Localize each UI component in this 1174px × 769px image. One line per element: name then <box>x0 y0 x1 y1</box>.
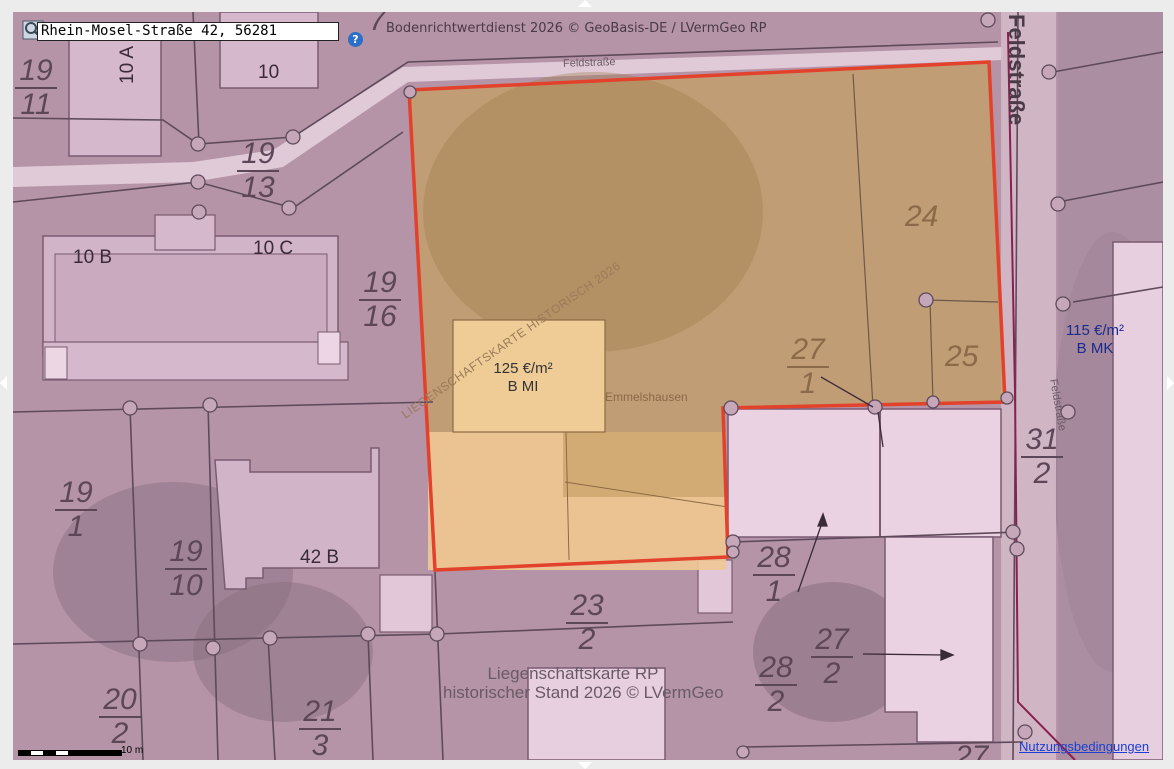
parcel-7: 7 <box>369 12 386 37</box>
pan-up-icon[interactable] <box>578 0 592 7</box>
place-label: Emmelshausen <box>605 390 688 404</box>
parcel-19-16: 19 16 <box>359 267 401 333</box>
zone-label-mk: 115 €/m² B MK <box>1045 322 1145 358</box>
parcel-19-1: 19 1 <box>55 477 97 543</box>
parcel-20-2: 20 2 <box>99 684 141 750</box>
map-attribution: Bodenrichtwertdienst 2026 © GeoBasis-DE … <box>386 21 767 36</box>
parcel-31-2: 31 2 <box>1021 424 1063 490</box>
zone-code: B MK <box>1076 340 1114 357</box>
house-number-42b: 42 B <box>300 547 340 568</box>
street-label-feldstrasse-top: Feldstraße <box>562 56 616 70</box>
pan-left-icon[interactable] <box>0 376 7 390</box>
help-icon[interactable]: ? <box>348 32 363 47</box>
address-search-input[interactable]: Rhein-Mosel-Straße 42, 56281 Emmelsha <box>37 22 339 41</box>
house-number-10: 10 <box>258 62 280 83</box>
terms-of-use-link[interactable]: Nutzungsbedingungen <box>1019 739 1149 754</box>
building-east <box>727 408 1002 538</box>
parcel-23-2: 23 2 <box>566 590 608 656</box>
parcel-28-1: 28 1 <box>753 542 795 608</box>
parcel-27-2: 27 2 <box>811 624 853 690</box>
parcel-28-2: 28 2 <box>755 652 797 718</box>
scale-label: 10 m <box>121 745 144 756</box>
cadastre-attribution: Liegenschaftskarte RP historischer Stand… <box>443 664 724 702</box>
pan-right-icon[interactable] <box>1167 376 1174 390</box>
house-number-10a: 10 A <box>117 45 138 84</box>
parcel-27-1: 27 1 <box>787 334 829 400</box>
parcel-25: 25 <box>945 340 979 373</box>
map-canvas[interactable]: 19 11 19 13 19 16 19 1 19 10 20 2 21 3 23 2 28 1 … <box>13 12 1163 760</box>
street-label-feldstrasse-vertical: Feldstraße <box>1004 14 1029 126</box>
scale-bar <box>18 744 122 762</box>
pan-down-icon[interactable] <box>578 762 592 769</box>
zone-price: 115 €/m² <box>1065 322 1125 339</box>
parcel-19-10: 19 10 <box>165 536 207 602</box>
house-number-10c: 10 C <box>253 238 294 259</box>
parcel-24: 24 <box>905 200 939 233</box>
building-10a <box>68 37 162 157</box>
parcel-21-3: 21 3 <box>299 696 341 760</box>
house-number-10b: 10 B <box>73 247 113 268</box>
map-frame: 19 11 19 13 19 16 19 1 19 10 20 2 21 3 23 2 28 1 … <box>0 0 1174 769</box>
zone-code: B MI <box>507 378 539 395</box>
parcel-19-13: 19 13 <box>237 138 279 204</box>
parcel-19-11: 19 11 <box>15 55 57 121</box>
parcel-27-bottom: 27 <box>955 740 989 760</box>
